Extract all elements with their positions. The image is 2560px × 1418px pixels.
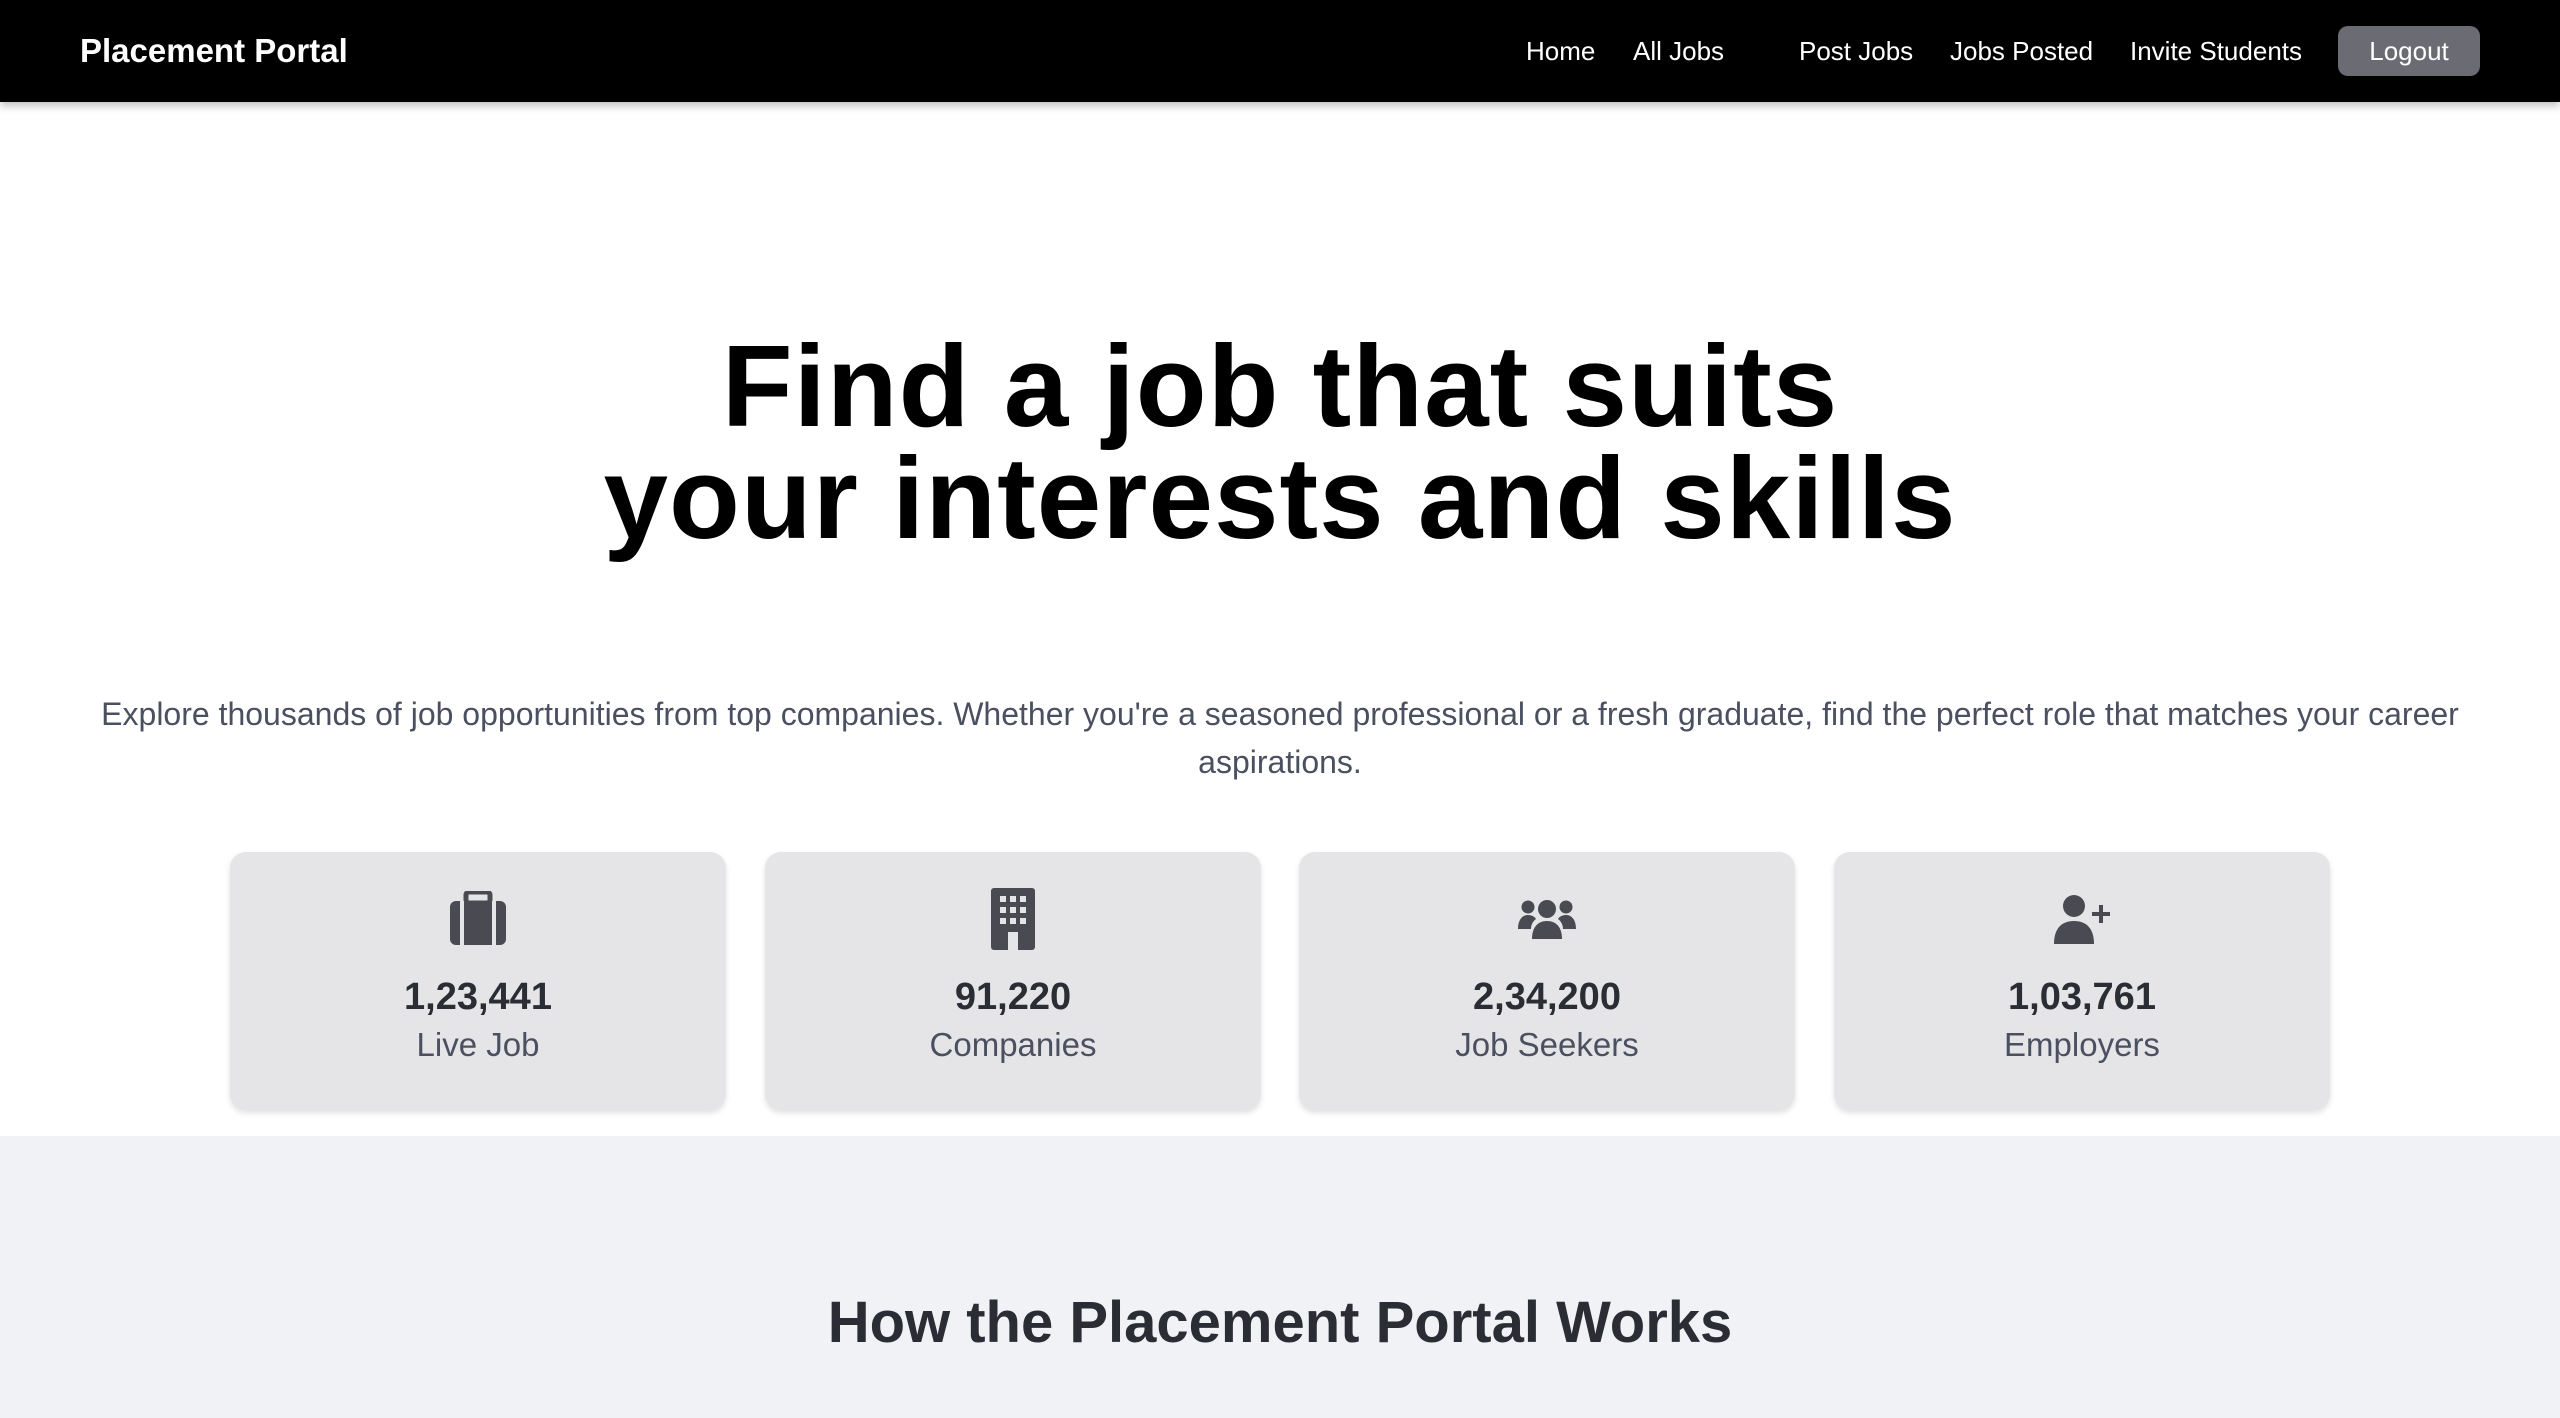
stat-value: 1,03,761 [2008,976,2156,1018]
hero-subtitle: Explore thousands of job opportunities f… [101,696,2459,780]
stat-label: Employers [2004,1026,2160,1063]
hero-title-line-1: Find a job that suits [721,321,1839,451]
nav-link-invite-students[interactable]: Invite Students [2130,34,2302,68]
how-it-works-title: How the Placement Portal Works [827,1290,1733,1355]
nav-links: Home All Jobs Post Jobs Jobs Posted Invi… [0,0,2560,102]
users-icon [1299,888,1795,950]
briefcase-icon [230,888,726,950]
hero-title: Find a job that suits your interests and… [0,321,2560,563]
stat-card-job-seekers: 2,34,200 Job Seekers [1299,852,1795,1110]
stat-card-live-jobs: 1,23,441 Live Job [230,852,726,1110]
stat-label: Live Job [416,1026,540,1063]
user-plus-icon [1834,888,2330,950]
nav-link-home[interactable]: Home [1526,34,1595,68]
stat-value: 91,220 [954,976,1072,1018]
top-navbar: Placement Portal Home All Jobs Post Jobs… [0,0,2560,102]
stat-label: Companies [929,1026,1097,1063]
hero-section: Find a job that suits your interests and… [0,102,2560,1136]
how-it-works-section: How the Placement Portal Works [0,1136,2560,1418]
stat-card-companies: 91,220 Companies [765,852,1261,1110]
building-icon [765,888,1261,950]
stat-value: 1,23,441 [404,976,552,1018]
stats-row: 1,23,441 Live Job 91,220 Companies 2,34,… [0,852,2560,1110]
stat-label: Job Seekers [1455,1026,1639,1063]
nav-link-post-jobs[interactable]: Post Jobs [1799,34,1913,68]
stat-card-employers: 1,03,761 Employers [1834,852,2330,1110]
nav-link-jobs-posted[interactable]: Jobs Posted [1950,34,2093,68]
nav-link-all-jobs[interactable]: All Jobs [1633,34,1724,68]
stat-value: 2,34,200 [1473,976,1621,1018]
logout-button[interactable]: Logout [2338,26,2480,76]
hero-title-line-2: your interests and skills [603,433,1957,563]
